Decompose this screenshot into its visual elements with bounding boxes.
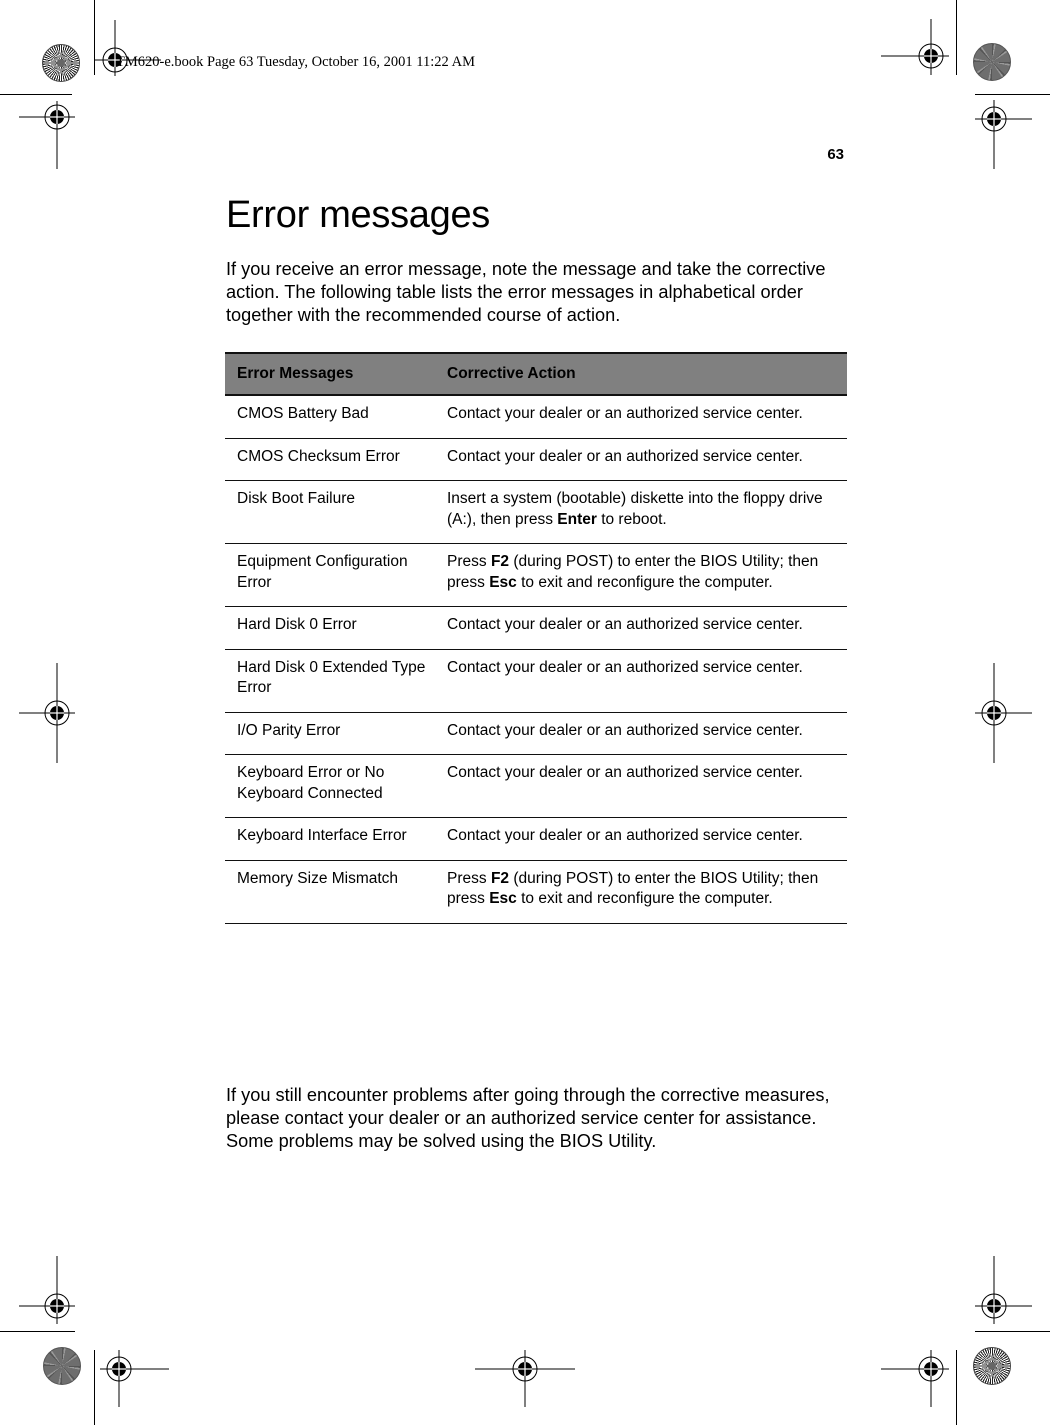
error-message-cell: Disk Boot Failure [225,480,435,544]
column-header-corrective-action: Corrective Action [435,352,847,396]
corrective-action-cell: Contact your dealer or an authorized ser… [435,817,847,861]
action-text: Contact your dealer or an authorized ser… [447,721,803,739]
table-row: Keyboard Interface Error Contact your dea… [225,817,847,861]
table-row: Hard Disk 0 Error Contact your dealer or … [225,606,847,650]
error-message-cell: Hard Disk 0 Extended Type Error [225,649,435,713]
crosshair-target-icon [100,1350,169,1407]
error-message-cell: Keyboard Interface Error [225,817,435,861]
table-body: CMOS Battery Bad Contact your dealer or a… [225,395,847,924]
corrective-action-cell: Contact your dealer or an authorized ser… [435,438,847,481]
error-message-cell: I/O Parity Error [225,712,435,755]
table-row: CMOS Checksum Error Contact your dealer o… [225,438,847,481]
crosshair-target-icon [975,100,1032,169]
error-message-cell: Hard Disk 0 Error [225,606,435,650]
corrective-action-cell: Insert a system (bootable) diskette into… [435,480,847,544]
action-text: Press [447,553,491,570]
crosshair-target-icon [975,663,1032,763]
error-message-cell: Keyboard Error or No Keyboard Connected [225,754,435,818]
error-messages-table: Error Messages Corrective Action CMOS Ba… [225,352,847,924]
crosshair-target-icon [19,101,75,169]
key-name: F2 [490,553,510,570]
action-text: Contact your dealer or an authorized ser… [447,827,803,844]
crosshair-target-icon [475,1350,575,1407]
page-title: Error messages [226,194,490,236]
corrective-action-cell: Contact your dealer or an authorized ser… [435,754,847,818]
corrective-action-cell: Press F2 (during POST) to enter the BIOS… [435,860,847,924]
table-row: Hard Disk 0 Extended Type Error Contact y… [225,649,847,713]
action-text: Contact your dealer or an authorized ser… [447,764,803,781]
error-message-cell: CMOS Checksum Error [225,438,435,481]
corrective-action-cell: Contact your dealer or an authorized ser… [435,395,847,439]
table-row: Memory Size Mismatch Press F2 (during POS… [225,860,847,924]
table-row: Equipment Configuration Error Press F2 (d… [225,543,847,607]
action-text: Press [447,869,491,887]
table-row: Keyboard Error or No Keyboard Connected C… [225,754,847,818]
action-text: to exit and reconfigure the computer. [516,573,773,591]
crosshair-target-icon [881,19,949,75]
action-text: to reboot. [596,510,667,528]
action-text: Contact your dealer or an authorized ser… [447,405,803,422]
crosshair-target-icon [975,1256,1032,1324]
table-row: Disk Boot Failure Insert a system (bootab… [225,480,847,544]
key-name: Enter [557,510,597,528]
page-number: 63 [827,146,844,163]
action-text: Contact your dealer or an authorized ser… [447,616,803,633]
error-message-cell: Memory Size Mismatch [225,860,435,924]
intro-paragraph: If you receive an error message, note th… [226,259,826,325]
action-text: Contact your dealer or an authorized ser… [447,658,803,676]
corrective-action-cell: Contact your dealer or an authorized ser… [435,712,847,755]
crosshair-target-icon [19,663,75,763]
key-name: F2 [490,869,510,887]
print-slug: TM620-e.book Page 63 Tuesday, October 16… [116,54,475,70]
crosshair-target-icon [881,1350,949,1407]
action-text: Contact your dealer or an authorized ser… [447,447,803,465]
closing-paragraph: If you still encounter problems after go… [226,1085,830,1151]
corrective-action-cell: Contact your dealer or an authorized ser… [435,606,847,650]
action-text: to exit and reconfigure the computer. [516,890,773,907]
corrective-action-cell: Contact your dealer or an authorized ser… [435,649,847,713]
key-name: Esc [489,890,517,907]
column-header-error-messages: Error Messages [225,352,435,396]
table-row: I/O Parity Error Contact your dealer or a… [225,712,847,755]
table-row: CMOS Battery Bad Contact your dealer or a… [225,395,847,439]
table-header-row: Error Messages Corrective Action [225,352,847,396]
error-message-cell: CMOS Battery Bad [225,395,435,439]
error-message-cell: Equipment Configuration Error [225,543,435,607]
crosshair-target-icon [19,1256,75,1324]
corrective-action-cell: Press F2 (during POST) to enter the BIOS… [435,543,847,607]
key-name: Esc [489,573,517,591]
